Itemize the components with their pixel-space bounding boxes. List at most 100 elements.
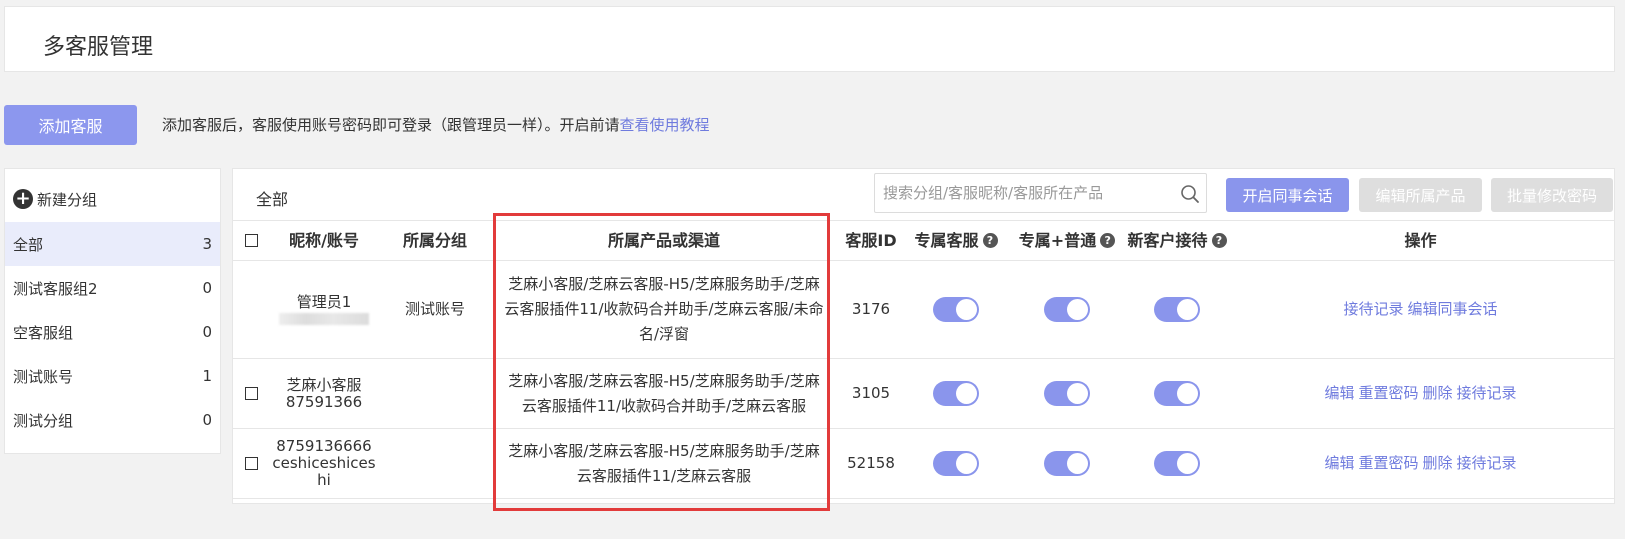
nickname-cell: 8759136666 ceshiceshices hi: [269, 429, 379, 498]
group-item-label: 空客服组: [13, 323, 74, 342]
row-checkbox-cell: [233, 261, 269, 358]
group-item-count: 0: [202, 411, 212, 429]
help-icon[interactable]: ?: [1211, 233, 1227, 248]
header-checkbox-cell: [233, 221, 269, 260]
header-exclusive-label: 专属客服: [914, 231, 979, 250]
search-input[interactable]: [875, 174, 1165, 212]
exclusive-toggle[interactable]: [933, 297, 979, 322]
header-exclusive-plus: 专属+普通 ?: [1007, 221, 1127, 260]
notice-message: 添加客服后，客服使用账号密码即可登录（跟管理员一样）。开启前请: [162, 116, 620, 134]
group-item-test-agent-group-2[interactable]: 测试客服组2 0: [5, 266, 220, 310]
exclusive-plus-toggle[interactable]: [1044, 451, 1090, 476]
agent-nickname: 管理员1: [296, 293, 352, 311]
agent-id-cell: 3105: [851, 384, 891, 402]
nickname-cell: 管理员1: [269, 261, 379, 358]
redacted-account: [279, 313, 369, 325]
group-cell: 测试账号: [404, 300, 465, 318]
delete-link[interactable]: 删除: [1423, 381, 1453, 406]
select-all-checkbox[interactable]: [244, 234, 258, 247]
exclusive-toggle[interactable]: [933, 381, 979, 406]
agent-nickname: 芝麻小客服: [286, 375, 362, 394]
reception-record-link[interactable]: 接待记录: [1457, 451, 1517, 476]
group-item-count: 3: [202, 235, 212, 253]
add-agent-button[interactable]: 添加客服: [4, 105, 137, 145]
colleague-chat-button[interactable]: 开启同事会话: [1226, 178, 1349, 212]
agent-id-cell: 52158: [847, 454, 895, 472]
help-icon[interactable]: ?: [1100, 233, 1116, 248]
table-row: 芝麻小客服 87591366 芝麻小客服/芝麻云客服-H5/芝麻服务助手/芝麻云…: [233, 359, 1614, 429]
exclusive-toggle-cell: [905, 261, 1007, 358]
group-item-all[interactable]: 全部 3: [5, 222, 220, 266]
header-new-customer: 新客户接待 ?: [1127, 221, 1227, 260]
nickname-cell: 芝麻小客服 87591366: [269, 359, 379, 428]
reception-record-link[interactable]: 接待记录: [1457, 381, 1517, 406]
new-customer-toggle[interactable]: [1154, 381, 1200, 406]
group-sidebar: + 新建分组 全部 3 测试客服组2 0 空客服组 0 测试账号 1 测试分组 …: [4, 168, 221, 454]
row-checkbox[interactable]: [244, 457, 258, 470]
edit-colleague-chat-link[interactable]: 编辑同事会话: [1408, 297, 1498, 322]
exclusive-plus-toggle-cell: [1007, 261, 1127, 358]
reception-record-link[interactable]: 接待记录: [1343, 297, 1403, 322]
edit-link[interactable]: 编辑: [1324, 451, 1354, 476]
header-group: 所属分组: [402, 231, 467, 250]
batch-password-button[interactable]: 批量修改密码: [1491, 178, 1613, 212]
exclusive-toggle[interactable]: [933, 451, 979, 476]
search-icon[interactable]: [1180, 184, 1200, 204]
group-item-test-account[interactable]: 测试账号 1: [5, 354, 220, 398]
agent-nickname: 8759136666: [276, 437, 372, 455]
exclusive-plus-toggle[interactable]: [1044, 381, 1090, 406]
edit-products-button[interactable]: 编辑所属产品: [1359, 178, 1482, 212]
header-card: 多客服管理: [4, 6, 1615, 72]
new-customer-toggle[interactable]: [1154, 451, 1200, 476]
header-nickname: 昵称/账号: [289, 231, 359, 250]
new-customer-toggle[interactable]: [1154, 297, 1200, 322]
agent-table: 昵称/账号 所属分组 所属产品或渠道 客服ID 专属客服 ? 专属+普通 ? 新…: [233, 220, 1614, 499]
delete-link[interactable]: 删除: [1423, 451, 1453, 476]
header-new-customer-label: 新客户接待: [1127, 231, 1208, 250]
header-exclusive-plus-label: 专属+普通: [1018, 231, 1097, 250]
group-item-label: 全部: [13, 235, 44, 254]
product-cell: 芝麻小客服/芝麻云客服-H5/芝麻服务助手/芝麻云客服插件11/芝麻云客服: [508, 441, 820, 485]
row-checkbox[interactable]: [244, 387, 258, 400]
header-exclusive: 专属客服 ?: [905, 221, 1007, 260]
help-icon[interactable]: ?: [982, 233, 998, 248]
ops-cell: 编辑 重置密码 删除 接待记录: [1227, 359, 1614, 428]
new-customer-toggle-cell: [1127, 359, 1227, 428]
header-id: 客服ID: [845, 231, 897, 250]
agent-table-panel: 全部 开启同事会话 编辑所属产品 批量修改密码 昵称/账号 所属分组 所属产品或…: [232, 168, 1615, 504]
reset-password-link[interactable]: 重置密码: [1358, 451, 1418, 476]
ops-cell: 接待记录 编辑同事会话: [1227, 261, 1614, 358]
tutorial-link[interactable]: 查看使用教程: [620, 116, 710, 134]
ops-cell: 编辑 重置密码 删除 接待记录: [1227, 429, 1614, 498]
exclusive-plus-toggle-cell: [1007, 359, 1127, 428]
agent-account-wrap: hi: [317, 471, 331, 489]
search-box: [874, 173, 1207, 213]
group-item-count: 0: [202, 323, 212, 341]
reset-password-link[interactable]: 重置密码: [1358, 381, 1418, 406]
group-item-count: 1: [202, 367, 212, 385]
exclusive-toggle-cell: [905, 429, 1007, 498]
new-customer-toggle-cell: [1127, 261, 1227, 358]
group-item-test-group[interactable]: 测试分组 0: [5, 398, 220, 442]
group-item-empty-group[interactable]: 空客服组 0: [5, 310, 220, 354]
exclusive-plus-toggle[interactable]: [1044, 297, 1090, 322]
agent-id-cell: 3176: [851, 300, 891, 318]
current-group-label: 全部: [256, 190, 289, 209]
agent-account: ceshiceshices: [272, 454, 376, 472]
header-product: 所属产品或渠道: [607, 231, 720, 250]
header-ops: 操作: [1404, 231, 1437, 250]
table-row: 管理员1 测试账号 芝麻小客服/芝麻云客服-H5/芝麻服务助手/芝麻云客服插件1…: [233, 261, 1614, 359]
table-header-row: 昵称/账号 所属分组 所属产品或渠道 客服ID 专属客服 ? 专属+普通 ? 新…: [233, 221, 1614, 261]
notice-text: 添加客服后，客服使用账号密码即可登录（跟管理员一样）。开启前请查看使用教程: [162, 114, 710, 135]
agent-account: 87591366: [285, 392, 363, 411]
group-list: 全部 3 测试客服组2 0 空客服组 0 测试账号 1 测试分组 0: [5, 222, 220, 442]
row-checkbox-cell: [233, 359, 269, 428]
exclusive-plus-toggle-cell: [1007, 429, 1127, 498]
new-group-button[interactable]: + 新建分组: [13, 189, 97, 209]
group-item-count: 0: [202, 279, 212, 297]
group-cell: [379, 429, 491, 498]
new-group-label: 新建分组: [37, 190, 98, 209]
group-item-label: 测试分组: [13, 411, 74, 430]
edit-link[interactable]: 编辑: [1324, 381, 1354, 406]
exclusive-toggle-cell: [905, 359, 1007, 428]
